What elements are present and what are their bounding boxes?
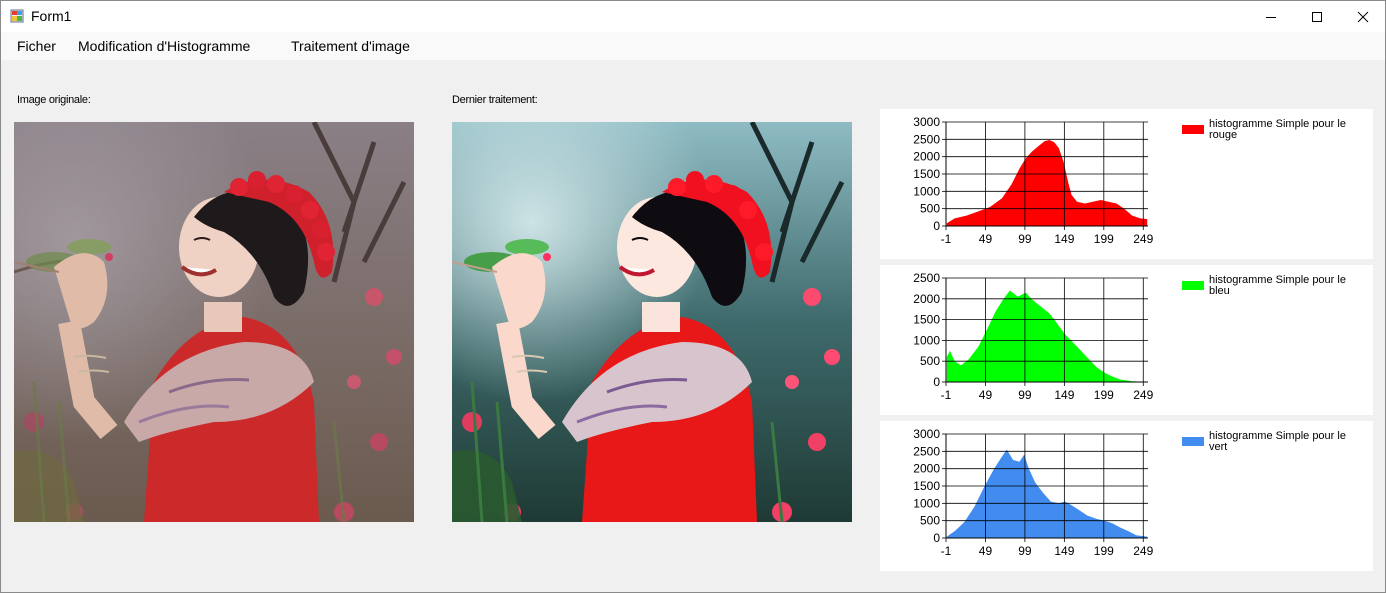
close-button[interactable]: [1340, 1, 1386, 32]
x-tick-label: 249: [1133, 232, 1153, 246]
menu-modification-histogramme[interactable]: Modification d'Histogramme: [78, 38, 250, 54]
main-window: Form1 Ficher Modification d'Histogramme …: [0, 0, 1386, 593]
app-icon: [10, 9, 24, 23]
legend-swatch-blue: [1182, 437, 1204, 446]
processed-image: [452, 122, 852, 522]
x-tick-label: 199: [1094, 544, 1114, 558]
legend-label-red: histogramme Simple pour le rouge: [1209, 118, 1346, 141]
x-tick-label: -1: [941, 388, 952, 402]
x-tick-label: 149: [1054, 232, 1074, 246]
label-original-image: Image originale:: [17, 94, 91, 106]
histogram-area: [946, 449, 1148, 538]
window-title: Form1: [31, 8, 72, 24]
y-tick-label: 2000: [913, 462, 940, 476]
y-tick-label: 1000: [913, 496, 940, 510]
title-bar: Form1: [1, 1, 1385, 32]
x-tick-label: 99: [1018, 388, 1032, 402]
legend-swatch-red: [1182, 125, 1204, 134]
x-tick-label: 49: [979, 388, 993, 402]
y-tick-label: 3000: [913, 427, 940, 441]
y-tick-label: 2000: [913, 150, 940, 164]
y-tick-label: 3000: [913, 115, 940, 129]
y-tick-label: 1500: [913, 479, 940, 493]
x-tick-label: 249: [1133, 388, 1153, 402]
histogram-chart-green: 0 500 1000 1500 2000 2500 -1 49 99 149 199 249 hist…: [880, 265, 1373, 415]
close-icon: [1357, 11, 1369, 22]
y-tick-label: 0: [933, 219, 940, 233]
x-tick-label: 149: [1054, 544, 1074, 558]
menu-bar: Ficher Modification d'Histogramme Traite…: [1, 32, 1385, 60]
x-tick-label: 199: [1094, 388, 1114, 402]
maximize-icon: [1312, 11, 1322, 22]
label-processed-image: Dernier traitement:: [452, 94, 538, 106]
x-tick-label: 149: [1054, 388, 1074, 402]
histogram-area: [946, 140, 1148, 226]
x-tick-label: -1: [941, 544, 952, 558]
x-tick-label: 199: [1094, 232, 1114, 246]
chart-svg-green: 0 500 1000 1500 2000 2500 -1 49 99 149 199 249: [913, 271, 1153, 402]
original-image: [14, 122, 414, 522]
y-tick-label: 1000: [913, 184, 940, 198]
maximize-button[interactable]: [1294, 1, 1340, 32]
x-tick-label: 99: [1018, 544, 1032, 558]
y-tick-label: 500: [920, 354, 940, 368]
histogram-chart-blue: 0 500 1000 1500 2000 2500 3000 -1 49 99 149 199 249 …: [880, 421, 1373, 571]
legend-swatch-green: [1182, 281, 1204, 290]
chart-svg-red: 0 500 1000 1500 2000 2500 3000 -1 49 99 149 199 249: [913, 115, 1153, 246]
x-tick-label: 49: [979, 232, 993, 246]
menu-ficher[interactable]: Ficher: [17, 38, 56, 54]
y-tick-label: 1500: [913, 313, 940, 327]
y-tick-label: 1500: [913, 167, 940, 181]
minimize-icon: [1266, 16, 1276, 18]
histogram-area: [946, 290, 1148, 382]
x-tick-label: -1: [941, 232, 952, 246]
x-tick-label: 49: [979, 544, 993, 558]
y-tick-label: 500: [920, 202, 940, 216]
legend-label-blue: histogramme Simple pour le vert: [1209, 430, 1346, 453]
y-tick-label: 1000: [913, 333, 940, 347]
legend-label-green: histogramme Simple pour le bleu: [1209, 274, 1346, 297]
x-tick-label: 99: [1018, 232, 1032, 246]
y-tick-label: 2000: [913, 292, 940, 306]
y-tick-label: 2500: [913, 444, 940, 458]
chart-svg-blue: 0 500 1000 1500 2000 2500 3000 -1 49 99 149 199 249: [913, 427, 1153, 558]
y-tick-label: 0: [933, 531, 940, 545]
minimize-button[interactable]: [1248, 1, 1294, 32]
y-tick-label: 2500: [913, 271, 940, 285]
y-tick-label: 500: [920, 514, 940, 528]
menu-traitement-image[interactable]: Traitement d'image: [291, 38, 410, 54]
x-tick-label: 249: [1133, 544, 1153, 558]
y-tick-label: 2500: [913, 132, 940, 146]
y-tick-label: 0: [933, 375, 940, 389]
histogram-chart-red: 0 500 1000 1500 2000 2500 3000 -1 49 99 149 199 249 …: [880, 109, 1373, 259]
